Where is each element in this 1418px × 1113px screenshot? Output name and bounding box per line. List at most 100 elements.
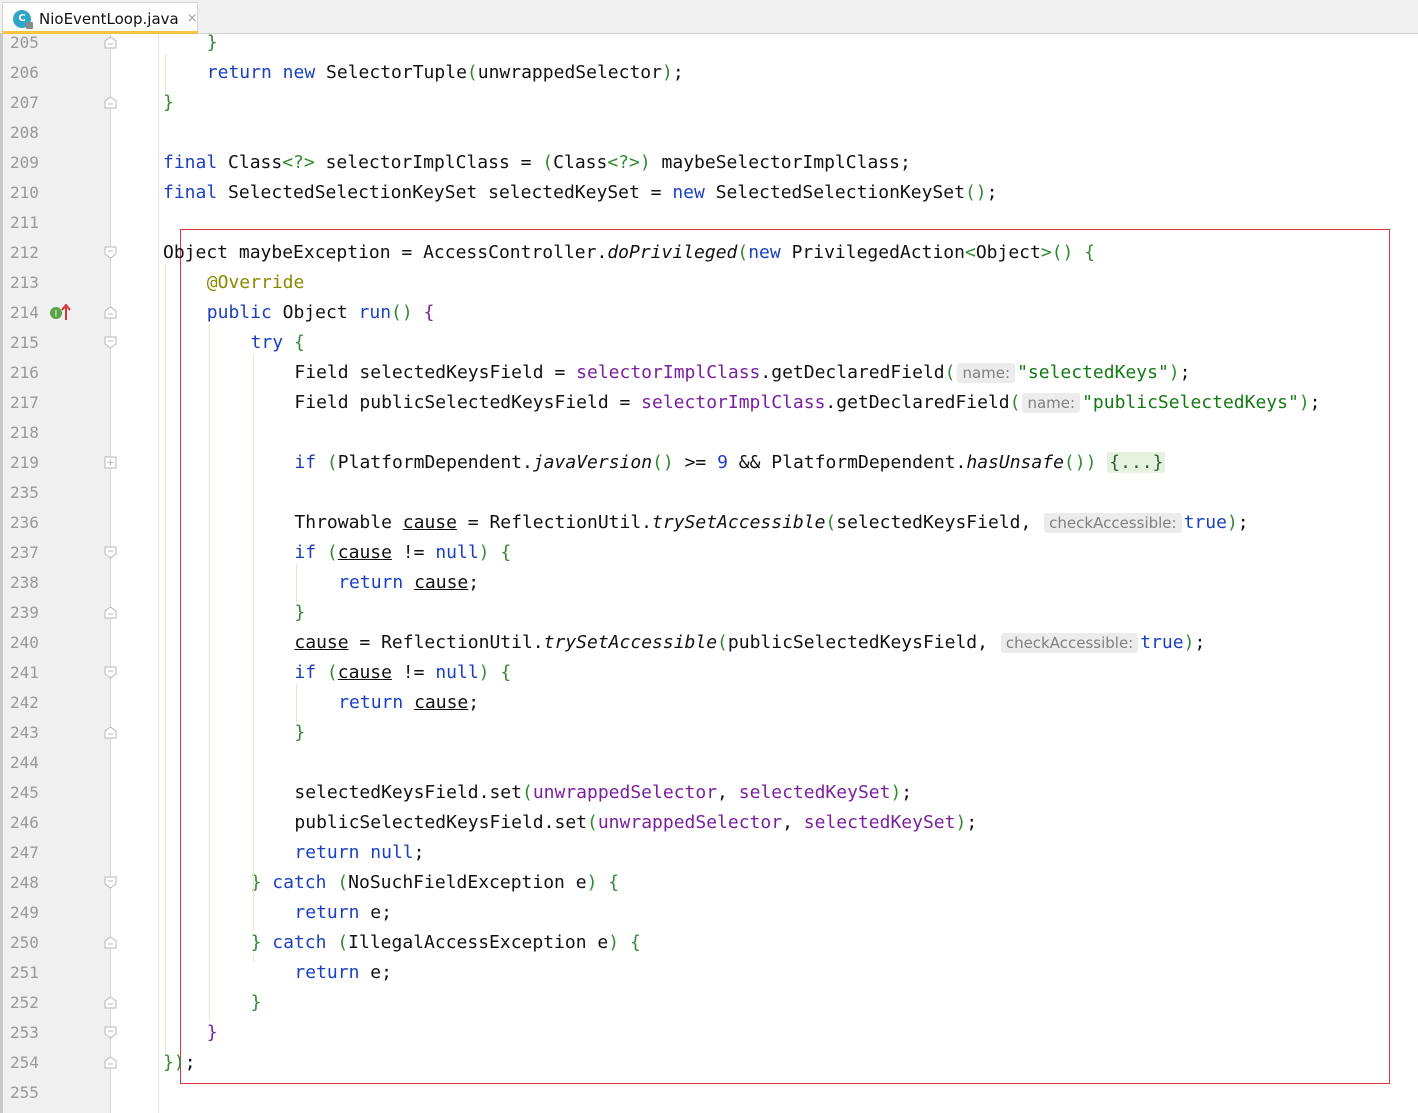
code-token: cause (294, 632, 349, 653)
code-token: ; (468, 692, 480, 713)
code-token: selectedKeySet (803, 812, 956, 833)
code-token: } (294, 722, 306, 743)
code-line: Field selectedKeysField = selectorImplCl… (294, 358, 1190, 388)
code-line: if (cause != null) { (294, 538, 511, 568)
code-token: javaVersion (532, 452, 653, 473)
code-token: ; (1194, 632, 1206, 653)
line-number: 240 (10, 633, 39, 652)
code-token: ) (608, 932, 620, 953)
fold-end-icon[interactable] (104, 726, 117, 739)
code-token: true (1140, 632, 1184, 653)
line-number: 235 (10, 483, 39, 502)
fold-end-icon[interactable] (104, 306, 117, 319)
code-line: @Override (207, 268, 305, 298)
fold-end-icon[interactable] (104, 1056, 117, 1069)
code-token: ) (173, 1052, 185, 1073)
line-number: 245 (10, 783, 39, 802)
line-number: 242 (10, 693, 39, 712)
code-token: ) (1183, 632, 1195, 653)
editor-tab-bar: C NioEventLoop.java × (0, 0, 1418, 34)
code-token: ( (1009, 392, 1021, 413)
code-editor[interactable]: 205} 206 return new SelectorTuple(unwrappe… (0, 34, 1418, 1113)
code-token: ; (986, 182, 998, 203)
code-token: ; (966, 812, 978, 833)
line-number: 253 (10, 1023, 39, 1042)
code-token: return (294, 842, 360, 863)
implements-method-icon[interactable]: I (48, 303, 72, 322)
code-token: { (608, 872, 620, 893)
code-token: unwrappedSelector (532, 782, 718, 803)
code-token: < (964, 242, 976, 263)
code-token: .getDeclaredField (760, 362, 945, 383)
line-number: 208 (10, 123, 39, 142)
code-token: "selectedKeys" (1017, 362, 1169, 383)
folded-region[interactable]: {...} (1107, 452, 1166, 473)
tab-title: NioEventLoop.java (39, 9, 179, 28)
fold-end-icon[interactable] (104, 936, 117, 949)
code-token: PlatformDependent. (337, 452, 533, 473)
code-line: return cause; (338, 688, 479, 718)
code-token: cause (337, 542, 392, 563)
code-line: } (207, 34, 218, 58)
code-token: unwrappedSelector (477, 62, 662, 83)
parameter-hint: name: (957, 363, 1016, 383)
svg-text:I: I (55, 310, 58, 320)
fold-end-icon[interactable] (104, 36, 117, 49)
fold-start-icon[interactable] (104, 876, 117, 889)
code-line: cause = ReflectionUtil.trySetAccessible(… (294, 628, 1205, 658)
code-line: public Object run() { (207, 298, 435, 328)
code-token: SelectedSelectionKeySet selectedKeySet = (217, 182, 673, 203)
indent-guide (165, 264, 166, 1052)
code-token: } (250, 992, 262, 1013)
code-token: null (435, 542, 479, 563)
code-token: Object (975, 242, 1041, 263)
fold-start-icon[interactable] (104, 1026, 117, 1039)
fold-start-icon[interactable] (104, 336, 117, 349)
code-token: ( (944, 362, 956, 383)
code-token: new (282, 62, 316, 83)
fold-end-icon[interactable] (104, 996, 117, 1009)
line-number: 247 (10, 843, 39, 862)
code-token: selectedKeysField, (836, 512, 1043, 533)
code-token: new (672, 182, 705, 203)
code-token: ) (1085, 452, 1097, 473)
code-token: () (391, 302, 413, 323)
line-number: 255 (10, 1083, 39, 1102)
fold-expand-icon[interactable] (104, 456, 117, 469)
editor-tab[interactable]: C NioEventLoop.java × (2, 2, 198, 34)
indent-guide (208, 324, 210, 1022)
line-number: 250 (10, 933, 39, 952)
code-token: return (338, 572, 404, 593)
code-token: selectorImplClass (576, 362, 761, 383)
code-line: } catch (NoSuchFieldException e) { (251, 868, 620, 898)
fold-start-icon[interactable] (104, 546, 117, 559)
close-tab-icon[interactable]: × (187, 11, 198, 26)
code-line: Field publicSelectedKeysField = selector… (294, 388, 1321, 418)
fold-start-icon[interactable] (104, 246, 117, 259)
code-token: } (163, 92, 174, 113)
code-token: > (1040, 242, 1052, 263)
code-line: } catch (IllegalAccessException e) { (251, 928, 641, 958)
code-token: true (1183, 512, 1227, 533)
line-number: 246 (10, 813, 39, 832)
fold-end-icon[interactable] (104, 96, 117, 109)
fold-end-icon[interactable] (104, 606, 117, 619)
fold-start-icon[interactable] (104, 666, 117, 679)
line-number: 212 (10, 243, 39, 262)
code-token: ) (955, 812, 967, 833)
code-line: return e; (294, 958, 392, 988)
code-line: final Class<?> selectorImplClass = (Clas… (163, 148, 911, 178)
code-token: <?> (607, 152, 640, 173)
code-token: Field publicSelectedKeysField = (294, 392, 642, 413)
code-token: cause (414, 572, 469, 593)
code-token: catch (272, 872, 327, 893)
code-line: if (PlatformDependent.javaVersion() >= 9… (294, 448, 1166, 478)
code-token: } (206, 34, 218, 53)
